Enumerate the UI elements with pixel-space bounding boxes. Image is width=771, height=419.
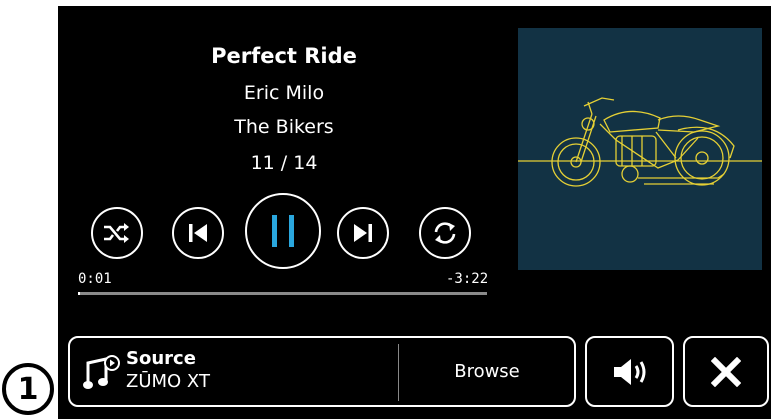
next-track-button[interactable] <box>337 207 389 259</box>
shuffle-button[interactable] <box>91 207 143 259</box>
remaining-time: -3:22 <box>446 271 489 287</box>
previous-track-button[interactable] <box>172 207 224 259</box>
source-value: ZŪMO XT <box>126 371 210 392</box>
album-name: The Bikers <box>234 116 334 138</box>
album-art <box>518 28 762 270</box>
track-position: 11 / 14 <box>250 152 318 174</box>
skip-next-icon <box>354 224 372 242</box>
artist-name: Eric Milo <box>243 82 325 104</box>
close-button[interactable] <box>683 336 769 407</box>
progress-fill <box>78 292 81 295</box>
elapsed-time: 0:01 <box>78 271 112 287</box>
speaker-volume-icon <box>613 358 645 385</box>
callout-number: 1 <box>2 363 54 415</box>
repeat-button[interactable] <box>419 207 471 259</box>
progress-bar[interactable] <box>78 292 487 295</box>
source-browse-panel: Source ZŪMO XT Browse <box>68 336 576 407</box>
browse-label: Browse <box>454 361 520 382</box>
pause-icon <box>272 215 294 247</box>
source-label: Source <box>126 348 196 369</box>
volume-button[interactable] <box>585 336 674 407</box>
music-source-icon <box>83 355 120 389</box>
shuffle-icon <box>104 223 129 243</box>
repeat-icon <box>434 222 456 244</box>
browse-button[interactable]: Browse <box>400 338 574 405</box>
song-title: Perfect Ride <box>211 44 357 68</box>
skip-previous-icon <box>189 224 207 242</box>
motorcycle-icon <box>518 97 762 187</box>
divider <box>398 344 399 401</box>
pause-button[interactable] <box>245 193 321 269</box>
source-button[interactable]: Source ZŪMO XT <box>70 338 398 405</box>
close-icon <box>711 356 741 387</box>
